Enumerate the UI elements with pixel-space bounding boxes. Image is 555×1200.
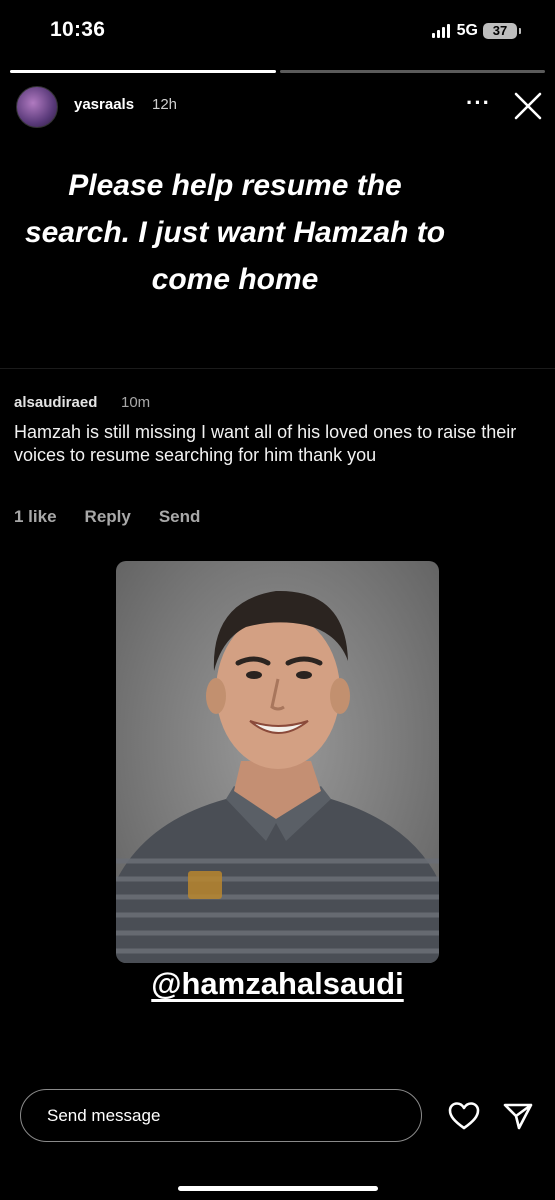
progress-segment bbox=[279, 70, 545, 73]
likes-count[interactable]: 1 like bbox=[14, 507, 57, 527]
comment-actions: 1 like Reply Send bbox=[14, 507, 200, 527]
reply-button[interactable]: Reply bbox=[85, 507, 131, 527]
send-comment-button[interactable]: Send bbox=[159, 507, 201, 527]
close-icon[interactable] bbox=[512, 90, 544, 122]
home-indicator bbox=[178, 1186, 378, 1191]
story-progress bbox=[10, 70, 545, 73]
mention-text: @hamzahalsaudi bbox=[151, 966, 404, 1001]
status-time: 10:36 bbox=[50, 18, 106, 41]
comment-username[interactable]: alsaudiraed bbox=[14, 394, 97, 411]
more-options-button[interactable]: ··· bbox=[466, 90, 491, 116]
story-headline: Please help resume the search. I just wa… bbox=[24, 169, 446, 296]
heart-icon[interactable] bbox=[448, 1101, 480, 1131]
status-indicators: 5G 37 bbox=[431, 22, 521, 40]
avatar[interactable] bbox=[16, 86, 58, 128]
progress-fill bbox=[10, 70, 276, 73]
send-message-input[interactable] bbox=[20, 1089, 422, 1142]
battery-icon: 37 bbox=[483, 23, 521, 39]
portrait-photo bbox=[116, 561, 439, 963]
story-time: 12h bbox=[152, 96, 178, 113]
comment-time: 10m bbox=[121, 394, 151, 411]
signal-icon bbox=[431, 24, 450, 38]
network-type: 5G bbox=[456, 22, 478, 39]
divider bbox=[0, 368, 555, 369]
story-username[interactable]: yasraals bbox=[74, 96, 134, 113]
comment-text: Hamzah is still missing I want all of hi… bbox=[14, 422, 517, 465]
mention-sticker[interactable]: @hamzahalsaudi bbox=[0, 966, 555, 1002]
progress-segment bbox=[10, 70, 276, 73]
send-icon[interactable] bbox=[502, 1100, 534, 1132]
